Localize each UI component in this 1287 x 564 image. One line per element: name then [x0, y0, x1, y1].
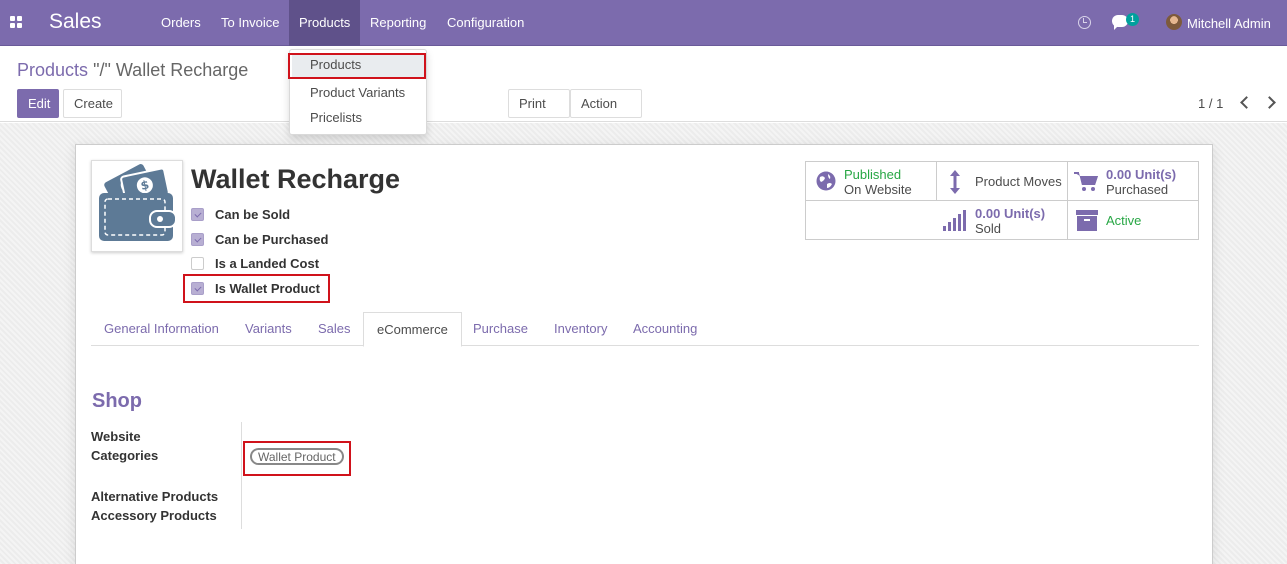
- purchased-smart-button[interactable]: 0.00 Unit(s) Purchased: [1068, 162, 1199, 201]
- pager-next-icon[interactable]: [1263, 96, 1276, 109]
- dropdown-item-pricelists[interactable]: Pricelists: [310, 110, 362, 125]
- active-toggle-button[interactable]: Active: [1068, 201, 1199, 240]
- can-be-sold-label: Can be Sold: [215, 207, 291, 222]
- tab-sales[interactable]: Sales: [305, 312, 364, 346]
- smart-buttons: Published On Website Product Moves 0.00 …: [805, 161, 1199, 240]
- tab-ecommerce[interactable]: eCommerce: [363, 312, 462, 347]
- sold-unit: Unit(s): [1003, 206, 1046, 221]
- activity-clock-icon[interactable]: [1078, 16, 1091, 29]
- shopping-cart-icon: [1074, 172, 1098, 191]
- highlight-wallet-product-checkbox: [183, 274, 330, 303]
- alternative-products-label: Alternative Products: [91, 489, 219, 504]
- menu-to-invoice[interactable]: To Invoice: [211, 0, 290, 46]
- sold-smart-button[interactable]: 0.00 Unit(s) Sold: [937, 201, 1068, 240]
- landed-cost-checkbox[interactable]: [191, 257, 204, 270]
- apps-grid-icon[interactable]: [10, 16, 24, 30]
- field-separator: [241, 422, 242, 529]
- categories-label: Categories: [91, 448, 159, 463]
- action-label: Action: [581, 96, 618, 111]
- tab-purchase[interactable]: Purchase: [460, 312, 541, 346]
- purchased-value: 0.00: [1106, 167, 1132, 182]
- can-be-purchased-label: Can be Purchased: [215, 232, 329, 247]
- create-button[interactable]: Create: [63, 89, 122, 118]
- menu-orders[interactable]: Orders: [151, 0, 211, 46]
- product-moves-label: Product Moves: [975, 174, 1062, 189]
- dropdown-item-product-variants[interactable]: Product Variants: [310, 85, 405, 100]
- can-be-purchased-checkbox[interactable]: [191, 233, 204, 246]
- breadcrumb-products-link[interactable]: Products: [17, 60, 88, 80]
- wallet-icon: $ $: [99, 164, 177, 241]
- breadcrumb-current: Wallet Recharge: [115, 60, 249, 80]
- user-menu[interactable]: Mitchell Admin: [1187, 16, 1271, 31]
- tab-general-information[interactable]: General Information: [91, 312, 232, 346]
- signal-bars-icon: [943, 210, 966, 231]
- purchased-label: Purchased: [1106, 182, 1169, 197]
- landed-cost-label: Is a Landed Cost: [215, 256, 320, 271]
- tab-accounting[interactable]: Accounting: [620, 312, 710, 346]
- accessory-products-label: Accessory Products: [91, 508, 217, 523]
- shop-section-title: Shop: [92, 390, 142, 412]
- highlight-products-menu-item: [288, 53, 426, 79]
- published-smart-button[interactable]: Published On Website: [806, 162, 937, 201]
- menu-configuration[interactable]: Configuration: [437, 0, 534, 46]
- product-moves-smart-button[interactable]: Product Moves: [937, 162, 1068, 201]
- website-label: Website: [91, 429, 141, 444]
- breadcrumb: Products "/" Wallet Recharge: [17, 60, 248, 81]
- active-status: Active: [1106, 213, 1142, 228]
- messages-counter-badge: 1: [1126, 13, 1139, 26]
- print-button[interactable]: Print: [508, 89, 570, 130]
- menu-products[interactable]: Products: [289, 0, 361, 46]
- form-sheet: $ $ Wallet Recharge Can be Sold Can be P…: [75, 144, 1213, 564]
- pager-value[interactable]: 1 / 1: [1198, 96, 1223, 111]
- can-be-sold-checkbox[interactable]: [191, 208, 204, 221]
- published-status: Published: [844, 167, 902, 182]
- menu-reporting[interactable]: Reporting: [360, 0, 436, 46]
- app-brand[interactable]: Sales: [49, 10, 102, 34]
- on-website-label: On Website: [844, 182, 912, 197]
- control-panel: Products "/" Wallet Recharge Edit Create…: [0, 47, 1287, 130]
- sold-label: Sold: [975, 221, 1002, 236]
- edit-button[interactable]: Edit: [17, 89, 59, 118]
- product-name[interactable]: Wallet Recharge: [191, 164, 400, 195]
- product-image[interactable]: $ $: [91, 160, 183, 252]
- tab-variants[interactable]: Variants: [232, 312, 305, 346]
- globe-icon: [816, 171, 836, 191]
- tab-inventory[interactable]: Inventory: [541, 312, 620, 346]
- highlight-category-tag: [243, 441, 351, 476]
- action-button[interactable]: Action: [570, 89, 642, 130]
- form-tabs: General Information Variants Sales eComm…: [91, 312, 1199, 347]
- sold-value: 0.00: [975, 206, 1001, 221]
- top-navbar: Sales Orders To Invoice Products Reporti…: [0, 0, 1287, 46]
- pager-previous-icon[interactable]: [1240, 96, 1253, 109]
- archive-box-icon: [1076, 210, 1098, 231]
- user-avatar[interactable]: [1166, 14, 1182, 30]
- breadcrumb-separator: "/": [93, 60, 111, 80]
- print-label: Print: [519, 96, 546, 111]
- purchased-unit: Unit(s): [1134, 167, 1177, 182]
- up-down-arrows-icon: [950, 170, 960, 194]
